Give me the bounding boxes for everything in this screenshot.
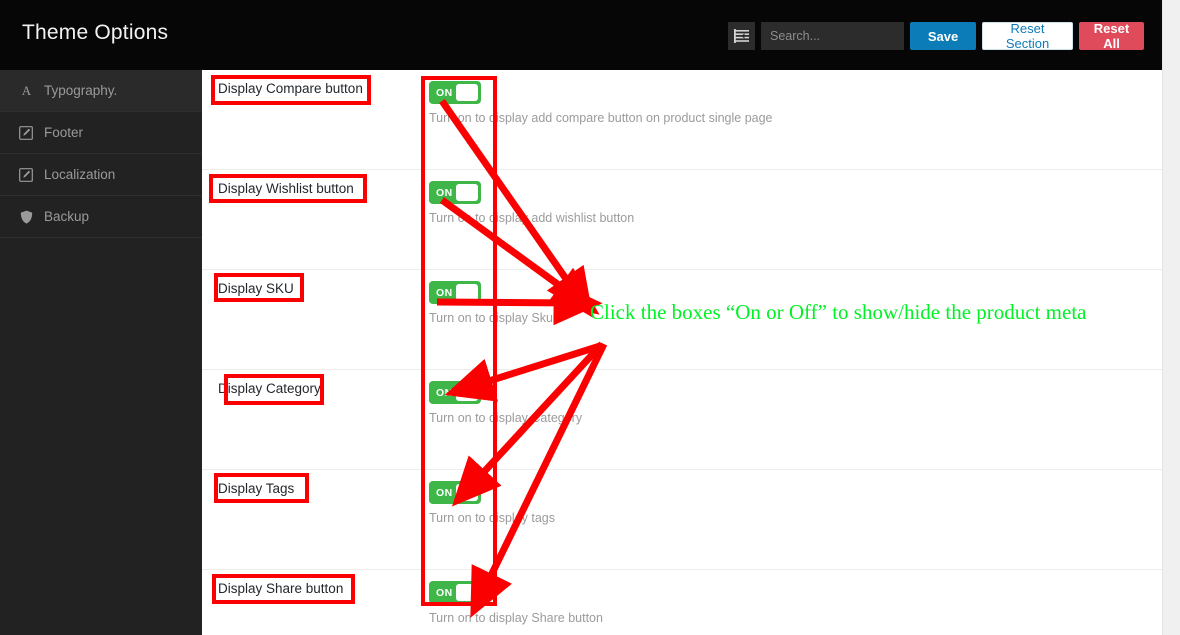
app-root: Theme Options Save Reset Section Reset A… [0, 0, 1180, 635]
option-row-display-tags: Display Tags ON Turn on to display tags [202, 470, 1162, 570]
shield-icon [16, 210, 36, 224]
option-control: ON [429, 481, 481, 504]
app-header: Theme Options Save Reset Section Reset A… [0, 0, 1162, 70]
option-description: Turn on to display Category [429, 411, 583, 425]
edit-pencil-icon [16, 125, 36, 140]
sidebar-item-localization[interactable]: Localization [0, 154, 202, 196]
save-button[interactable]: Save [910, 22, 976, 50]
toggle-state-label: ON [436, 586, 453, 599]
toggle-display-tags[interactable]: ON [429, 481, 481, 504]
option-label: Display Wishlist button [218, 181, 354, 196]
typography-icon: A [16, 84, 36, 97]
option-control: ON [429, 81, 481, 104]
toggle-knob[interactable] [456, 284, 478, 301]
option-control: ON [429, 381, 481, 404]
option-description: Turn on to display add compare button on… [429, 111, 773, 125]
toggle-display-share-button[interactable]: ON [429, 581, 481, 604]
toggle-display-wishlist-button[interactable]: ON [429, 181, 481, 204]
option-control: ON [429, 281, 481, 304]
option-description: Turn on to display Share button [429, 611, 603, 625]
toggle-knob[interactable] [456, 484, 478, 501]
option-row-display-compare-button: Display Compare button ON Turn on to dis… [202, 70, 1162, 170]
toggle-state-label: ON [436, 286, 453, 299]
sidebar: A Typography. Footer Localization Backup [0, 70, 202, 635]
toggle-knob[interactable] [456, 84, 478, 101]
toggle-display-sku[interactable]: ON [429, 281, 481, 304]
sidebar-item-label: Localization [44, 166, 116, 182]
option-row-display-sku: Display SKU ON Turn on to display Sku [202, 270, 1162, 370]
toggle-knob[interactable] [456, 184, 478, 201]
option-label: Display Compare button [218, 81, 363, 96]
collapse-sidebar-icon[interactable] [728, 22, 755, 50]
sidebar-item-footer[interactable]: Footer [0, 112, 202, 154]
option-description: Turn on to display Sku [429, 311, 553, 325]
option-description: Turn on to display add wishlist button [429, 211, 635, 225]
toggle-knob[interactable] [456, 384, 478, 401]
reset-section-button[interactable]: Reset Section [982, 21, 1073, 51]
option-control: ON [429, 581, 481, 604]
option-control: ON [429, 181, 481, 204]
edit-pencil-icon [16, 167, 36, 182]
option-label: Display SKU [218, 281, 294, 296]
toggle-state-label: ON [436, 486, 453, 499]
toggle-knob[interactable] [456, 584, 478, 601]
sidebar-item-label: Backup [44, 208, 90, 224]
option-description: Turn on to display tags [429, 511, 555, 525]
vertical-scrollbar[interactable] [1162, 0, 1180, 635]
sidebar-item-label: Footer [44, 124, 84, 140]
toggle-display-compare-button[interactable]: ON [429, 81, 481, 104]
toggle-state-label: ON [436, 86, 453, 99]
header-controls: Save Reset Section Reset All [728, 21, 1144, 51]
toggle-state-label: ON [436, 386, 453, 399]
option-row-display-share-button: Display Share button ON Turn on to displ… [202, 570, 1162, 635]
option-row-display-wishlist-button: Display Wishlist button ON Turn on to di… [202, 170, 1162, 270]
option-label: Display Tags [218, 481, 295, 496]
options-panel: Display Compare button ON Turn on to dis… [202, 70, 1162, 635]
option-row-display-category: Display Category ON Turn on to display C… [202, 370, 1162, 470]
svg-text:A: A [21, 84, 31, 97]
sidebar-item-label: Typography. [44, 82, 118, 98]
page-title: Theme Options [22, 21, 169, 44]
sidebar-item-typography[interactable]: A Typography. [0, 70, 202, 112]
toggle-state-label: ON [436, 186, 453, 199]
reset-all-button[interactable]: Reset All [1079, 21, 1144, 51]
toggle-display-category[interactable]: ON [429, 381, 481, 404]
option-label: Display Share button [218, 581, 344, 596]
sidebar-item-backup[interactable]: Backup [0, 196, 202, 238]
search-input[interactable] [761, 22, 904, 50]
option-label: Display Category [218, 381, 321, 396]
